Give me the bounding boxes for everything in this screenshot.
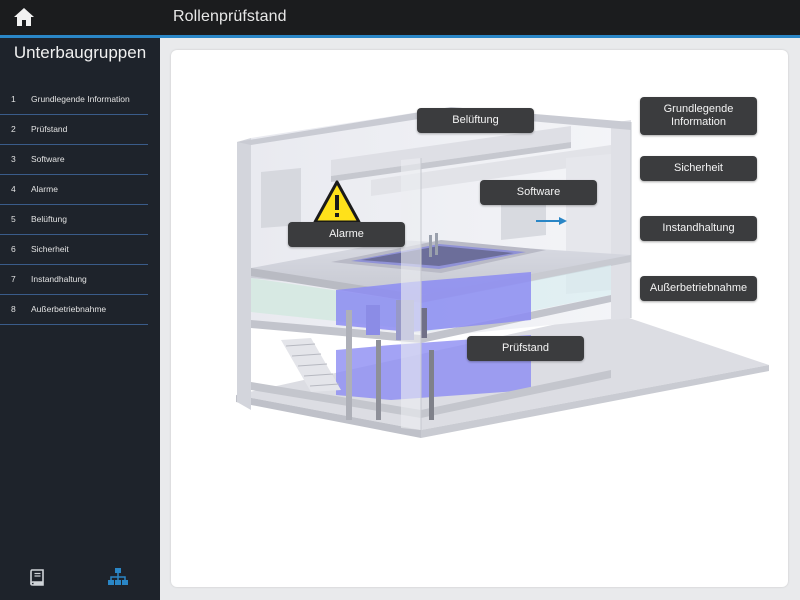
sidebar-item-label: Prüfstand [31,124,68,134]
label-software[interactable]: Software [480,180,597,205]
grundlegende-information-button[interactable]: Grundlegende Information [640,97,757,135]
sidebar-item-instandhaltung[interactable]: 7 Instandhaltung [0,265,148,295]
sidebar-item-number: 8 [11,304,16,314]
sidebar-item-label: Instandhaltung [31,274,87,284]
page-title: Rollenprüfstand [173,8,287,25]
sidebar-item-label: Außerbetriebnahme [31,304,107,314]
sidebar-item-pruefstand[interactable]: 2 Prüfstand [0,115,148,145]
label-belueftung[interactable]: Belüftung [417,108,534,133]
sicherheit-button[interactable]: Sicherheit [640,156,757,181]
sidebar-item-label: Software [31,154,65,164]
sidebar-item-number: 7 [11,274,16,284]
sidebar-title: Unterbaugruppen [13,43,147,62]
sidebar-item-label: Sicherheit [31,244,69,254]
label-alarme[interactable]: Alarme [288,222,405,247]
sidebar-item-number: 4 [11,184,16,194]
sidebar-item-number: 6 [11,244,16,254]
sidebar-item-ausserbetriebnahme[interactable]: 8 Außerbetriebnahme [0,295,148,325]
sidebar-item-label: Alarme [31,184,58,194]
ausserbetriebnahme-button[interactable]: Außerbetriebnahme [640,276,757,301]
sidebar-item-label: Belüftung [31,214,67,224]
sidebar-item-number: 1 [11,94,16,104]
main-panel: Belüftung Software Alarme Prüfstand Grun… [171,50,788,587]
sidebar-item-number: 2 [11,124,16,134]
home-icon[interactable] [13,7,35,27]
sidebar: Unterbaugruppen 1 Grundlegende Informati… [0,38,160,600]
instandhaltung-button[interactable]: Instandhaltung [640,216,757,241]
sidebar-item-software[interactable]: 3 Software [0,145,148,175]
sidebar-item-label: Grundlegende Information [31,94,130,104]
sitemap-icon[interactable] [107,567,129,587]
sidebar-item-belueftung[interactable]: 5 Belüftung [0,205,148,235]
book-icon[interactable] [28,568,46,586]
sidebar-item-number: 3 [11,154,16,164]
sidebar-nav: 1 Grundlegende Information 2 Prüfstand 3… [0,85,148,325]
sidebar-item-alarme[interactable]: 4 Alarme [0,175,148,205]
label-pruefstand[interactable]: Prüfstand [467,336,584,361]
sidebar-item-number: 5 [11,214,16,224]
sidebar-item-grundlegende-information[interactable]: 1 Grundlegende Information [0,85,148,115]
sidebar-item-sicherheit[interactable]: 6 Sicherheit [0,235,148,265]
top-bar: Rollenprüfstand [0,0,800,35]
